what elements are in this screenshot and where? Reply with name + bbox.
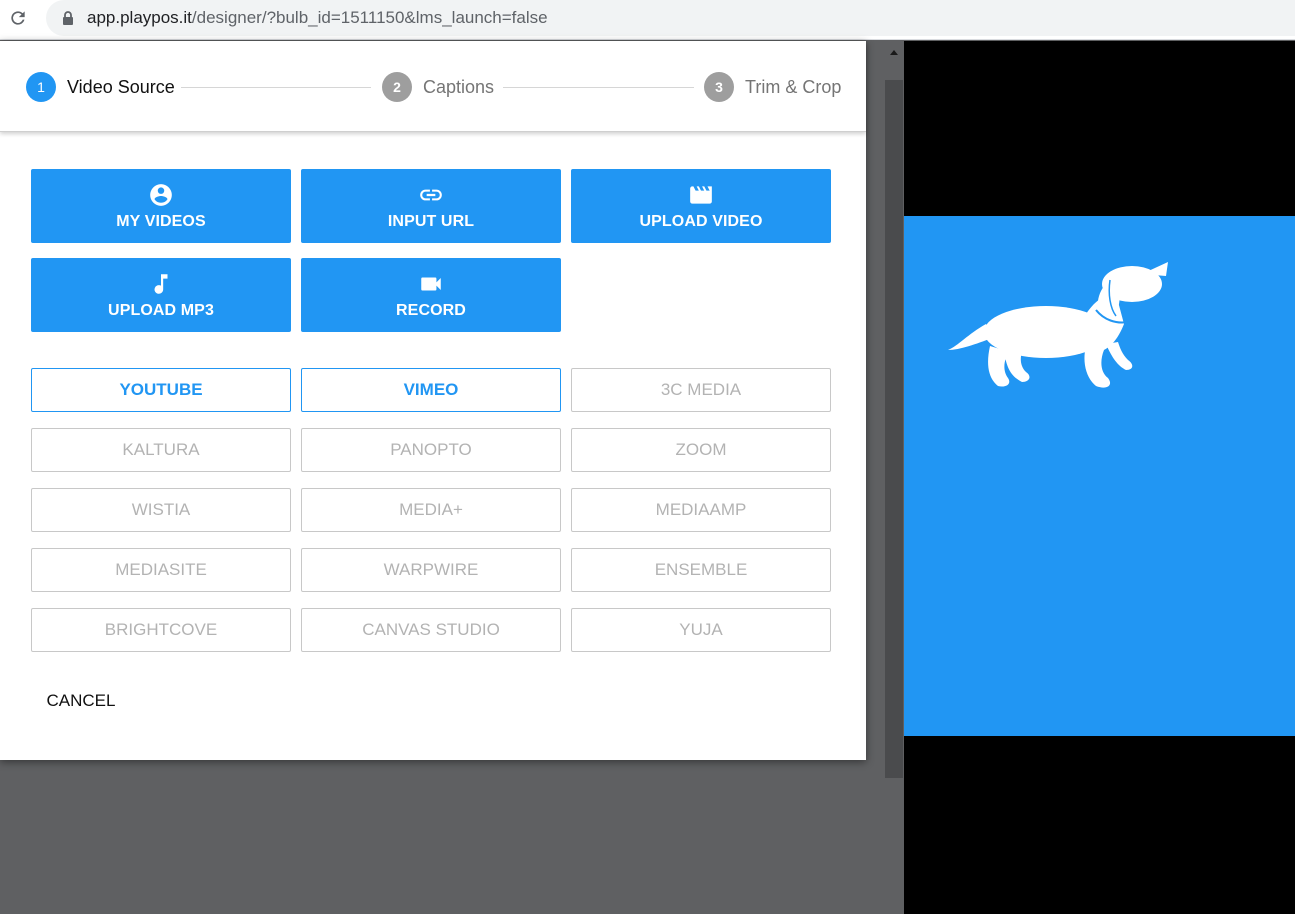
step-label: Video Source xyxy=(67,76,175,97)
link-icon xyxy=(420,189,442,200)
provider-media-plus-button[interactable]: MEDIA+ xyxy=(301,488,561,532)
upload-video-button[interactable]: UPLOAD VIDEO xyxy=(571,169,831,243)
provider-mediaamp-button[interactable]: MEDIAAMP xyxy=(571,488,831,532)
video-source-dialog: 1 Video Source 2 Captions 3 Trim & Crop … xyxy=(0,41,866,760)
music-note-icon xyxy=(154,273,168,294)
step-label: Trim & Crop xyxy=(745,76,842,97)
step-captions[interactable]: 2 Captions xyxy=(382,71,494,103)
cancel-button[interactable]: CANCEL xyxy=(36,685,126,717)
scroll-up-arrow-icon[interactable] xyxy=(884,41,904,65)
provider-zoom-button[interactable]: ZOOM xyxy=(571,428,831,472)
dachshund-logo xyxy=(948,262,1168,388)
reload-icon[interactable] xyxy=(8,8,28,28)
provider-3c-media-button[interactable]: 3C MEDIA xyxy=(571,368,831,412)
upload-mp3-button[interactable]: UPLOAD MP3 xyxy=(31,258,291,332)
button-label: UPLOAD VIDEO xyxy=(639,212,763,230)
step-connector xyxy=(181,87,371,88)
provider-vimeo-button[interactable]: VIMEO xyxy=(301,368,561,412)
provider-canvas-studio-button[interactable]: CANVAS STUDIO xyxy=(301,608,561,652)
scrollbar-thumb[interactable] xyxy=(885,80,903,778)
stepper: 1 Video Source 2 Captions 3 Trim & Crop xyxy=(0,41,866,132)
videocam-icon xyxy=(421,277,441,290)
step-trim-crop[interactable]: 3 Trim & Crop xyxy=(704,71,841,103)
lock-icon[interactable] xyxy=(62,10,74,26)
step-number: 1 xyxy=(26,72,56,102)
url-text[interactable]: app.playpos.it/designer/?bulb_id=1511150… xyxy=(87,8,548,28)
provider-panopto-button[interactable]: PANOPTO xyxy=(301,428,561,472)
provider-ensemble-button[interactable]: ENSEMBLE xyxy=(571,548,831,592)
account-circle-icon xyxy=(150,183,172,206)
provider-youtube-button[interactable]: YOUTUBE xyxy=(31,368,291,412)
provider-wistia-button[interactable]: WISTIA xyxy=(31,488,291,532)
browser-toolbar: app.playpos.it/designer/?bulb_id=1511150… xyxy=(0,0,1295,40)
step-connector xyxy=(503,87,694,88)
provider-warpwire-button[interactable]: WARPWIRE xyxy=(301,548,561,592)
my-videos-button[interactable]: MY VIDEOS xyxy=(31,169,291,243)
step-label: Captions xyxy=(423,76,495,97)
provider-yuja-button[interactable]: YUJA xyxy=(571,608,831,652)
movie-clapper-icon xyxy=(690,185,712,204)
step-number: 3 xyxy=(704,72,734,102)
step-number: 2 xyxy=(382,72,412,102)
provider-mediasite-button[interactable]: MEDIASITE xyxy=(31,548,291,592)
button-label: MY VIDEOS xyxy=(116,212,206,230)
input-url-button[interactable]: INPUT URL xyxy=(301,169,561,243)
provider-kaltura-button[interactable]: KALTURA xyxy=(31,428,291,472)
button-label: RECORD xyxy=(396,301,466,319)
button-label: INPUT URL xyxy=(387,212,475,230)
button-label: UPLOAD MP3 xyxy=(108,301,214,319)
record-button[interactable]: RECORD xyxy=(301,258,561,332)
provider-brightcove-button[interactable]: BRIGHTCOVE xyxy=(31,608,291,652)
step-video-source[interactable]: 1 Video Source xyxy=(26,71,175,103)
